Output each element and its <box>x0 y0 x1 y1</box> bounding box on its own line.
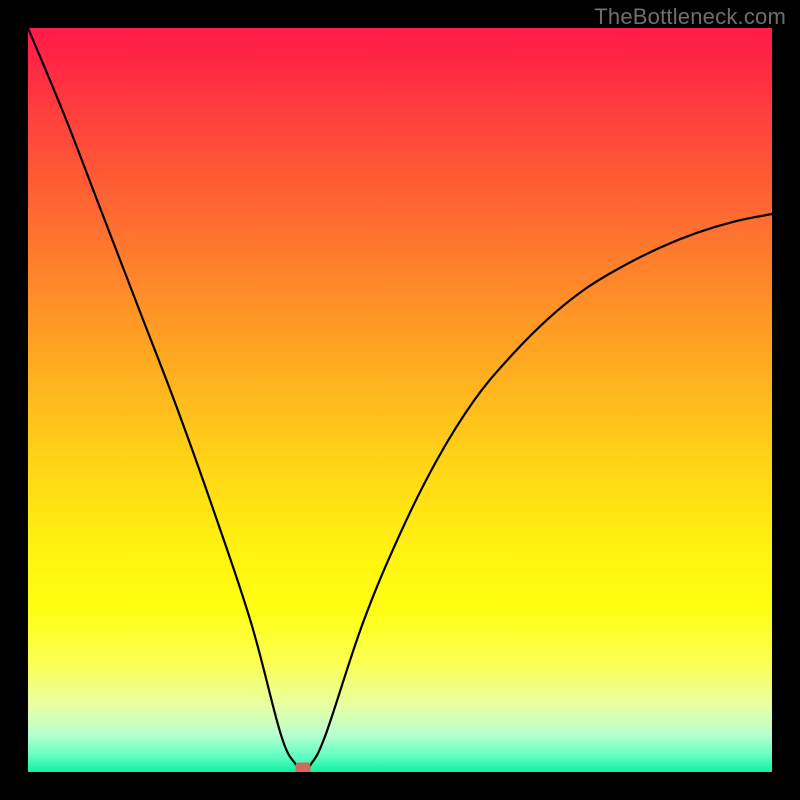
chart-frame: TheBottleneck.com <box>0 0 800 800</box>
plot-area <box>28 28 772 772</box>
optimal-point-marker <box>296 763 311 773</box>
watermark-text: TheBottleneck.com <box>594 4 786 30</box>
bottleneck-curve <box>28 28 772 772</box>
